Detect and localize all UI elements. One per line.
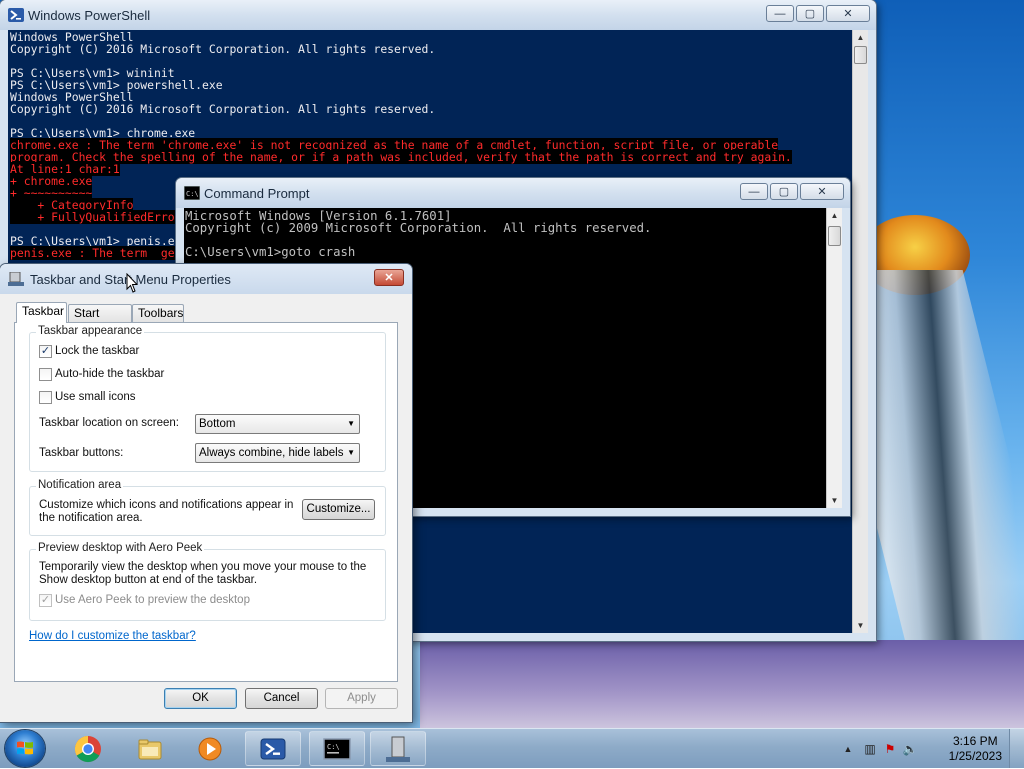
wallpaper-ground [420, 640, 1024, 728]
taskbar-cmd[interactable]: C:\ [309, 731, 365, 766]
aero-peek-checkbox[interactable]: ✓ [39, 594, 52, 607]
ok-button[interactable]: OK [164, 688, 237, 709]
show-desktop-button[interactable] [1009, 729, 1024, 768]
error-text: program. Check the spelling of the name,… [10, 150, 792, 164]
svg-text:C:\: C:\ [186, 190, 199, 198]
chrome-icon [74, 735, 101, 763]
tab-taskbar[interactable]: Taskbar [16, 302, 67, 323]
close-button[interactable]: ✕ [374, 269, 404, 286]
tab-start-menu[interactable]: Start Menu [68, 304, 132, 337]
auto-hide-label[interactable]: Auto-hide the taskbar [55, 368, 164, 380]
console-line: C:\Users\vm1>goto crash [185, 245, 356, 259]
powershell-icon [260, 738, 286, 760]
action-center-icon[interactable]: ⚑ [882, 741, 898, 757]
windows-flag-icon [17, 741, 33, 755]
close-button[interactable]: ✕ [800, 183, 844, 200]
taskbar-buttons-dropdown[interactable]: Always combine, hide labels ▼ [195, 443, 360, 463]
properties-icon [8, 272, 24, 286]
scroll-down-arrow-icon[interactable]: ▼ [827, 493, 842, 508]
group-title: Notification area [36, 479, 124, 491]
clock-time: 3:16 PM [952, 734, 998, 748]
scroll-up-arrow-icon[interactable]: ▲ [827, 208, 842, 223]
taskbar-explorer[interactable] [122, 731, 178, 766]
cmd-title: Command Prompt [204, 186, 310, 201]
apply-button[interactable]: Apply [325, 688, 398, 709]
cmd-scrollbar[interactable]: ▲ ▼ [826, 208, 842, 508]
lock-taskbar-checkbox[interactable]: ✓ [39, 345, 52, 358]
taskbar-powershell[interactable] [245, 731, 301, 766]
powershell-scrollbar[interactable]: ▲ ▼ [852, 30, 868, 633]
location-value: Bottom [199, 418, 236, 430]
powershell-icon [8, 8, 24, 22]
explorer-icon [138, 739, 162, 760]
start-button[interactable] [5, 730, 45, 767]
chevron-down-icon: ▼ [347, 419, 355, 428]
volume-icon[interactable]: 🔈 [902, 741, 918, 757]
notification-description: Customize which icons and notifications … [39, 499, 294, 524]
svg-text:C:\: C:\ [327, 743, 340, 751]
scroll-down-arrow-icon[interactable]: ▼ [853, 618, 868, 633]
media-player-icon [198, 737, 222, 761]
auto-hide-checkbox[interactable] [39, 368, 52, 381]
customize-button[interactable]: Customize... [302, 499, 375, 520]
taskbar: C:\ ▲ ▥ ⚑ 🔈 3:16 PM 1/25/2023 [0, 728, 1024, 768]
scroll-thumb[interactable] [828, 226, 841, 246]
powershell-titlebar[interactable]: Windows PowerShell — ▢ ✕ [0, 0, 876, 30]
error-text: + FullyQualifiedErro [10, 210, 175, 224]
console-line: Copyright (C) 2016 Microsoft Corporation… [10, 103, 792, 115]
aero-peek-label[interactable]: Use Aero Peek to preview the desktop [55, 594, 250, 606]
scroll-thumb[interactable] [854, 46, 867, 64]
console-line: At line:1 char:1 [10, 162, 792, 176]
taskbar-media-player[interactable] [182, 731, 238, 766]
scroll-up-arrow-icon[interactable]: ▲ [853, 30, 868, 45]
cmd-icon: C:\ [323, 738, 351, 760]
console-line: Copyright (c) 2009 Microsoft Corporation… [185, 221, 652, 235]
location-label: Taskbar location on screen: [39, 417, 179, 429]
group-title: Preview desktop with Aero Peek [36, 542, 205, 554]
lock-taskbar-label[interactable]: Lock the taskbar [55, 345, 139, 357]
aero-peek-description: Temporarily view the desktop when you mo… [39, 561, 367, 586]
powershell-title: Windows PowerShell [28, 8, 151, 23]
notification-area-group: Notification area Customize which icons … [29, 479, 386, 536]
clock-date: 1/25/2023 [948, 749, 1002, 763]
taskbar-buttons-value: Always combine, hide labels [199, 447, 344, 459]
cmd-output: Microsoft Windows [Version 6.1.7601] Copy… [185, 210, 651, 258]
cmd-icon: C:\ [184, 186, 200, 200]
chevron-down-icon: ▼ [347, 448, 355, 457]
console-text: Copyright (C) 2016 Microsoft Corporation… [10, 102, 436, 116]
notification-tray: ▲ ▥ ⚑ 🔈 3:16 PM 1/25/2023 [824, 729, 1024, 769]
console-text: Copyright (C) 2016 Microsoft Corporation… [10, 42, 436, 56]
properties-icon [386, 736, 410, 762]
mouse-cursor-icon [126, 273, 138, 293]
network-icon[interactable]: ▥ [862, 741, 878, 757]
error-text: penis.exe : The term ge [10, 246, 175, 260]
small-icons-label[interactable]: Use small icons [55, 391, 136, 403]
console-line: program. Check the spelling of the name,… [10, 150, 792, 164]
console-line: Copyright (C) 2016 Microsoft Corporation… [10, 43, 792, 55]
taskbar-chrome[interactable] [60, 731, 116, 766]
taskbar-buttons-label: Taskbar buttons: [39, 447, 124, 459]
minimize-button[interactable]: — [740, 183, 768, 200]
taskbar-properties-dialog: Taskbar and Start Menu Properties ✕ Task… [0, 264, 412, 722]
aero-peek-group: Preview desktop with Aero Peek Temporari… [29, 542, 386, 621]
taskbar-tab-panel: Taskbar appearance ✓ Lock the taskbar Au… [14, 322, 398, 682]
location-dropdown[interactable]: Bottom ▼ [195, 414, 360, 434]
taskbar-appearance-group: Taskbar appearance ✓ Lock the taskbar Au… [29, 325, 386, 472]
clock[interactable]: 3:16 PM 1/25/2023 [949, 734, 1002, 764]
help-link[interactable]: How do I customize the taskbar? [29, 630, 196, 642]
close-button[interactable]: ✕ [826, 5, 870, 22]
maximize-button[interactable]: ▢ [770, 183, 798, 200]
group-title: Taskbar appearance [36, 325, 145, 337]
dialog-titlebar[interactable]: Taskbar and Start Menu Properties ✕ [0, 264, 412, 294]
minimize-button[interactable]: — [766, 5, 794, 22]
maximize-button[interactable]: ▢ [796, 5, 824, 22]
show-hidden-icons-icon[interactable]: ▲ [840, 741, 856, 757]
cancel-button[interactable]: Cancel [245, 688, 318, 709]
cmd-titlebar[interactable]: C:\ Command Prompt — ▢ ✕ [176, 178, 850, 208]
small-icons-checkbox[interactable] [39, 391, 52, 404]
tab-toolbars[interactable]: Toolbars [132, 304, 184, 322]
taskbar-properties[interactable] [370, 731, 426, 766]
